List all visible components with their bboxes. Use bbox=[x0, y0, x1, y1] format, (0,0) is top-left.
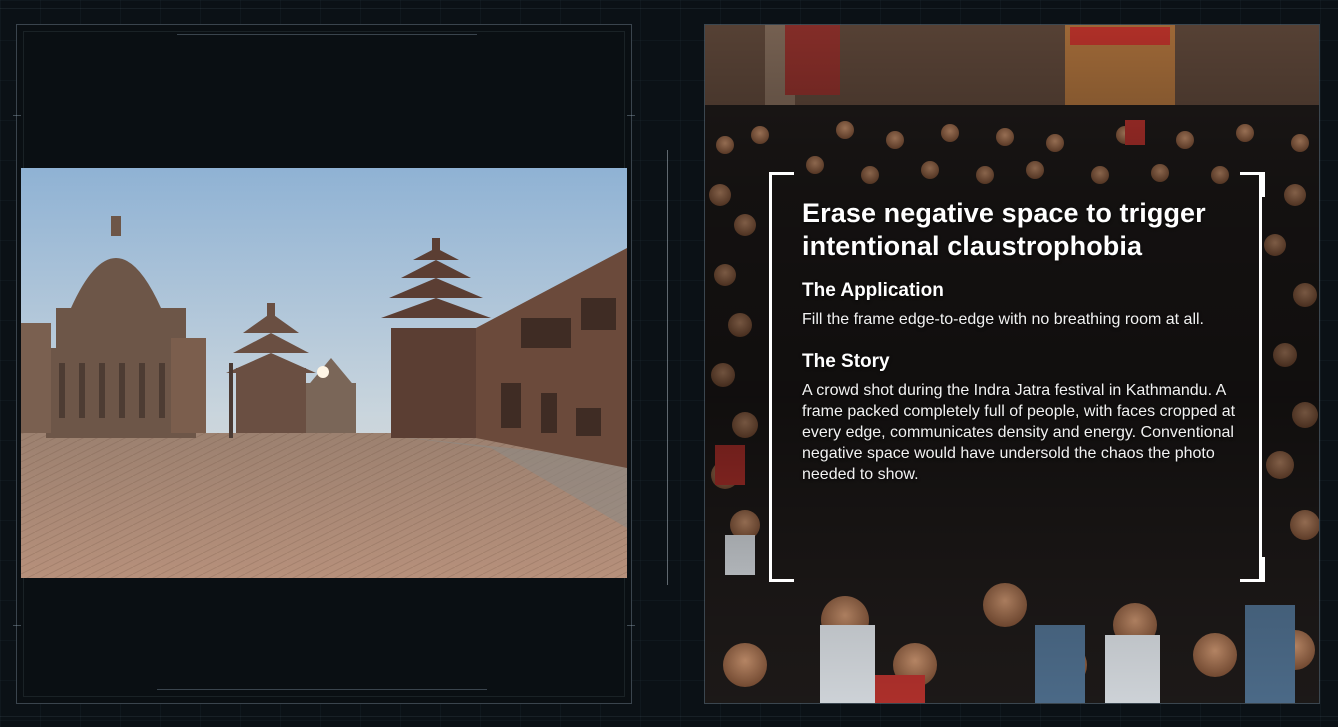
bracket-corner-bottom-right bbox=[1240, 557, 1265, 582]
text-block: Erase negative space to trigger intentio… bbox=[802, 197, 1242, 505]
temple-square-photo bbox=[21, 168, 627, 578]
bracket-left bbox=[769, 172, 772, 579]
hud-line bbox=[0, 716, 1338, 717]
bracket-right bbox=[1259, 172, 1262, 579]
frame-tick bbox=[13, 625, 21, 626]
frame-notch-bottom bbox=[157, 689, 487, 704]
frame-tick bbox=[627, 115, 635, 116]
frame-tick bbox=[13, 115, 21, 116]
hud-line bbox=[0, 8, 1338, 9]
story-body: A crowd shot during the Indra Jatra fest… bbox=[802, 382, 1236, 483]
right-panel-frame: Erase negative space to trigger intentio… bbox=[704, 24, 1320, 704]
application-title: The Application bbox=[802, 280, 944, 301]
story-title: The Story bbox=[802, 351, 890, 372]
frame-notch-top bbox=[177, 24, 477, 35]
application-body: Fill the frame edge-to-edge with no brea… bbox=[802, 311, 1204, 328]
frame-tick bbox=[627, 625, 635, 626]
bracket-corner-bottom-left bbox=[769, 557, 794, 582]
center-divider bbox=[667, 150, 668, 585]
bracket-corner-top-right bbox=[1240, 172, 1265, 197]
headline: Erase negative space to trigger intentio… bbox=[802, 198, 1206, 261]
bracket-corner-top-left bbox=[769, 172, 794, 197]
